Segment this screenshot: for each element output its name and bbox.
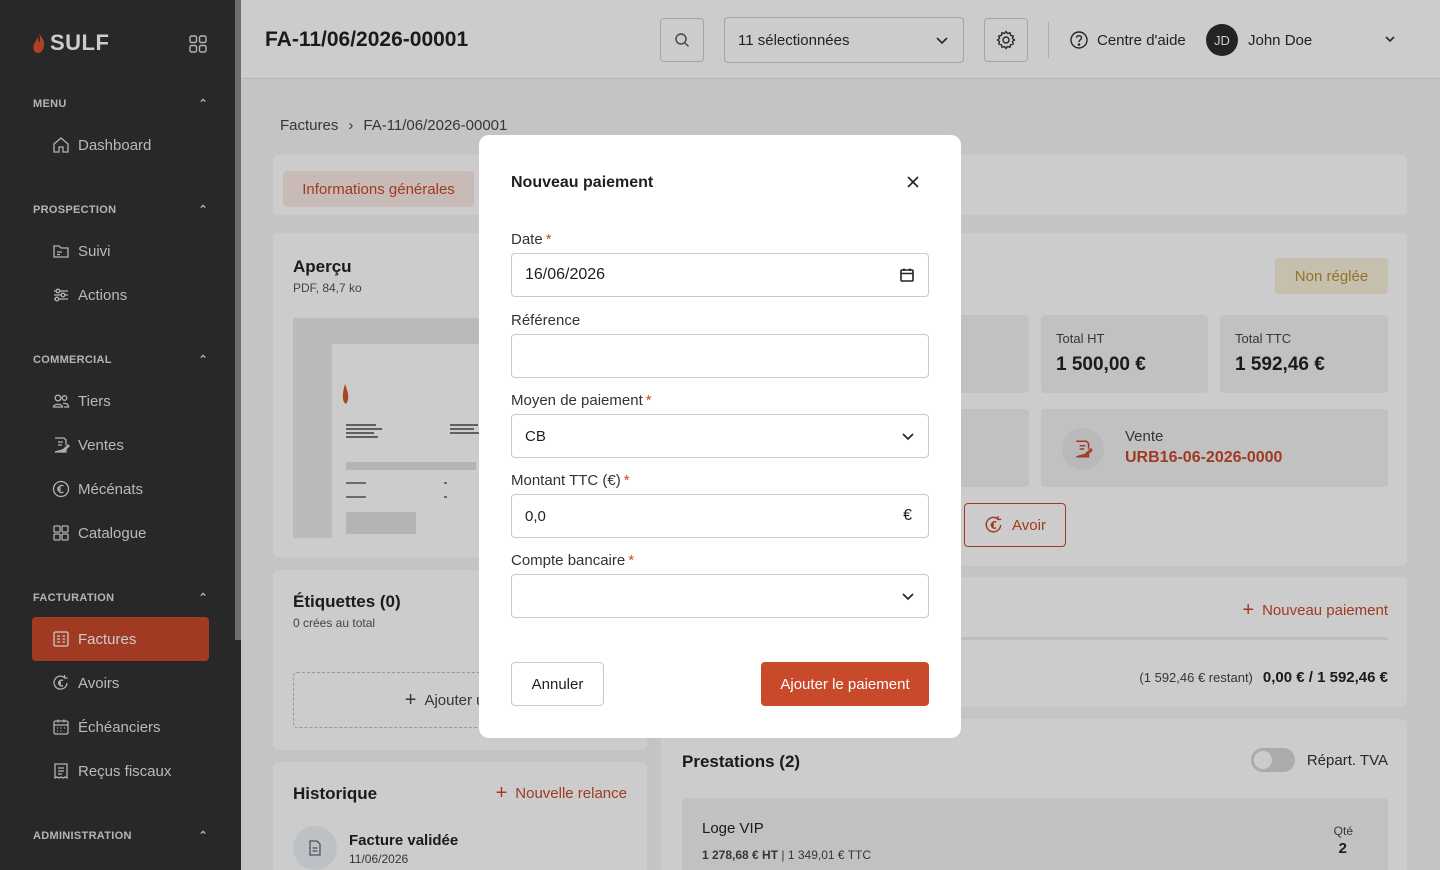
add-payment-button[interactable]: Ajouter le paiement — [761, 662, 929, 706]
cancel-button[interactable]: Annuler — [511, 662, 604, 706]
date-label: Date * — [511, 231, 552, 248]
reference-field[interactable] — [511, 334, 929, 378]
reference-label: Référence — [511, 312, 581, 329]
bank-account-select[interactable] — [511, 574, 929, 618]
payment-method-label: Moyen de paiement * — [511, 392, 652, 409]
bank-account-label: Compte bancaire * — [511, 552, 635, 569]
chevron-down-icon — [902, 433, 914, 441]
amount-field[interactable]: 0,0 € — [511, 494, 929, 538]
new-payment-dialog: Nouveau paiement Date * 16/06/2026 Référe… — [479, 135, 961, 738]
payment-method-select[interactable]: CB — [511, 414, 929, 458]
calendar-icon[interactable] — [899, 267, 915, 283]
chevron-down-icon — [902, 593, 914, 601]
date-field[interactable]: 16/06/2026 — [511, 253, 929, 297]
euro-suffix: € — [903, 507, 912, 524]
amount-label: Montant TTC (€) * — [511, 472, 630, 489]
close-icon[interactable] — [905, 174, 921, 190]
dialog-title: Nouveau paiement — [511, 174, 654, 191]
